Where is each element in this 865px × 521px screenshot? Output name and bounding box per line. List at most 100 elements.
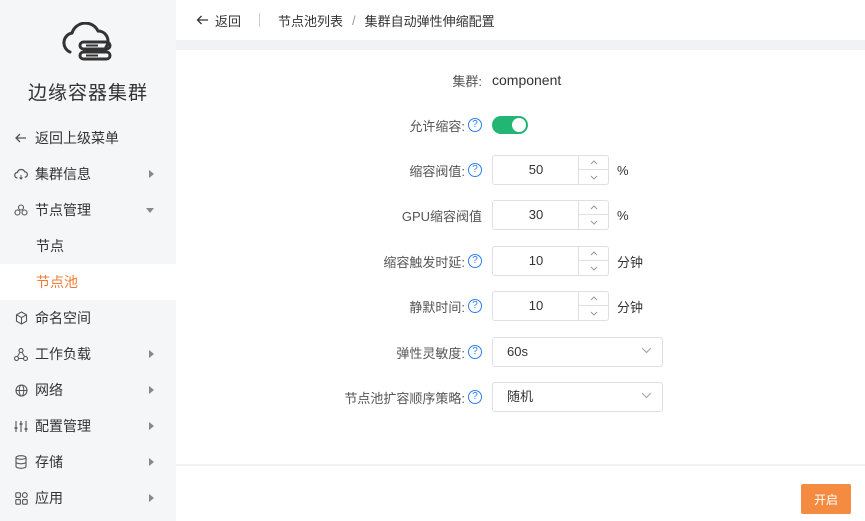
decrement-button[interactable] [579, 170, 608, 184]
gpu-threshold-value[interactable]: 30 [493, 201, 579, 229]
sidebar-item-node-management[interactable]: 节点管理 [0, 192, 176, 228]
sidebar-item-label: 集群信息 [35, 166, 91, 182]
allow-scale-toggle[interactable] [492, 116, 528, 134]
allow-scale-label-text: 允许缩容: [409, 118, 465, 134]
sidebar-item-storage[interactable]: 存储 [0, 444, 176, 480]
caret-right-icon [149, 422, 154, 430]
help-icon[interactable]: ? [468, 254, 482, 268]
sidebar-item-workload[interactable]: 工作负载 [0, 336, 176, 372]
back-button[interactable]: 返回 [196, 11, 241, 30]
help-icon[interactable]: ? [468, 345, 482, 359]
row-cluster: 集群: component [176, 64, 865, 96]
decrement-button[interactable] [579, 215, 608, 229]
footer-bar: 开启 [176, 466, 865, 521]
help-icon[interactable]: ? [468, 299, 482, 313]
sidebar-item-label: 命名空间 [35, 310, 91, 326]
breadcrumb-node-pool-list[interactable]: 节点池列表 [278, 11, 343, 30]
sidebar-item-cluster-info[interactable]: 集群信息 [0, 156, 176, 192]
caret-right-icon [149, 386, 154, 394]
quiet-stepper[interactable]: 10 [492, 291, 609, 321]
breadcrumb-separator: / [352, 12, 356, 28]
sensitivity-label-text: 弹性灵敏度: [396, 345, 465, 361]
sidebar-item-label: 节点管理 [35, 202, 91, 218]
caret-right-icon [149, 350, 154, 358]
quiet-label: 静默时间: ? [176, 297, 492, 316]
caret-right-icon [149, 494, 154, 502]
sensitivity-label: 弹性灵敏度: ? [176, 343, 492, 362]
sidebar-item-namespace[interactable]: 命名空间 [0, 300, 176, 336]
open-button[interactable]: 开启 [801, 484, 851, 514]
sliders-icon [14, 419, 28, 433]
gpu-threshold-stepper[interactable]: 30 [492, 200, 609, 230]
sidebar-item-config-management[interactable]: 配置管理 [0, 408, 176, 444]
increment-button[interactable] [579, 156, 608, 170]
namespace-icon [14, 311, 28, 325]
strategy-select[interactable]: 随机 [492, 382, 663, 412]
increment-button[interactable] [579, 201, 608, 215]
config-form: 集群: component 允许缩容: ? 缩容阀值: ? 50 % GPU缩容… [176, 50, 865, 464]
cloud-icon [14, 167, 28, 181]
apps-icon [14, 491, 28, 505]
decrement-button[interactable] [579, 306, 608, 320]
strategy-label-text: 节点池扩容顺序策略: [344, 390, 465, 406]
nodes-icon [14, 203, 28, 217]
strategy-value: 随机 [507, 389, 534, 404]
row-strategy: 节点池扩容顺序策略: ? 随机 [176, 381, 865, 413]
row-delay: 缩容触发时延: ? 10 分钟 [176, 245, 865, 277]
cluster-logo-icon [58, 21, 116, 68]
delay-value[interactable]: 10 [493, 247, 579, 275]
delay-stepper[interactable]: 10 [492, 246, 609, 276]
sensitivity-value: 60s [507, 344, 528, 359]
delay-label-text: 缩容触发时延: [383, 254, 465, 270]
sidebar-item-network[interactable]: 网络 [0, 372, 176, 408]
sidebar-item-label: 配置管理 [35, 418, 91, 434]
globe-icon [14, 383, 28, 397]
help-icon[interactable]: ? [468, 390, 482, 404]
row-sensitivity: 弹性灵敏度: ? 60s [176, 336, 865, 368]
stepper-controls [578, 201, 608, 229]
sidebar-item-label: 网络 [35, 382, 63, 398]
arrow-left-icon [196, 15, 208, 25]
chevron-down-icon [641, 347, 652, 354]
threshold-value[interactable]: 50 [493, 156, 579, 184]
threshold-stepper[interactable]: 50 [492, 155, 609, 185]
back-menu-item[interactable]: 返回上级菜单 [0, 120, 176, 156]
decrement-button[interactable] [579, 261, 608, 275]
quiet-label-text: 静默时间: [409, 299, 465, 315]
threshold-label: 缩容阀值: ? [176, 161, 492, 180]
cluster-title: 边缘容器集群 [27, 83, 148, 104]
row-threshold: 缩容阀值: ? 50 % [176, 154, 865, 186]
sidebar-subitem-nodes[interactable]: 节点 [0, 228, 176, 264]
allow-scale-label: 允许缩容: ? [176, 116, 492, 135]
toggle-knob [512, 118, 526, 132]
stepper-controls [578, 292, 608, 320]
increment-button[interactable] [579, 292, 608, 306]
cluster-label: 集群: [176, 71, 492, 90]
quiet-value[interactable]: 10 [493, 292, 579, 320]
threshold-label-text: 缩容阀值: [409, 163, 465, 179]
help-icon[interactable]: ? [468, 163, 482, 177]
sidebar-subitem-node-pool[interactable]: 节点池 [0, 264, 176, 300]
cluster-label-text: 集群: [452, 73, 482, 89]
row-gpu-threshold: GPU缩容阀值 30 % [176, 199, 865, 231]
caret-down-icon [146, 208, 154, 213]
gpu-threshold-label: GPU缩容阀值 [176, 206, 492, 225]
increment-button[interactable] [579, 247, 608, 261]
stepper-controls [578, 247, 608, 275]
minute-unit: 分钟 [617, 299, 644, 315]
page-header: 返回 节点池列表 / 集群自动弹性伸缩配置 [176, 0, 865, 40]
help-icon[interactable]: ? [468, 118, 482, 132]
caret-right-icon [149, 458, 154, 466]
sidebar-item-label: 存储 [35, 454, 63, 470]
arrow-left-icon [14, 131, 28, 145]
delay-label: 缩容触发时延: ? [176, 252, 492, 271]
sidebar-item-apps[interactable]: 应用 [0, 480, 176, 516]
row-allow-scale: 允许缩容: ? [176, 109, 865, 141]
breadcrumb-current: 集群自动弹性伸缩配置 [364, 13, 495, 29]
workload-icon [14, 347, 28, 361]
minute-unit: 分钟 [617, 254, 644, 270]
database-icon [14, 455, 28, 469]
chevron-down-icon [641, 392, 652, 399]
sensitivity-select[interactable]: 60s [492, 337, 663, 367]
sidebar-item-label: 工作负载 [35, 346, 91, 362]
